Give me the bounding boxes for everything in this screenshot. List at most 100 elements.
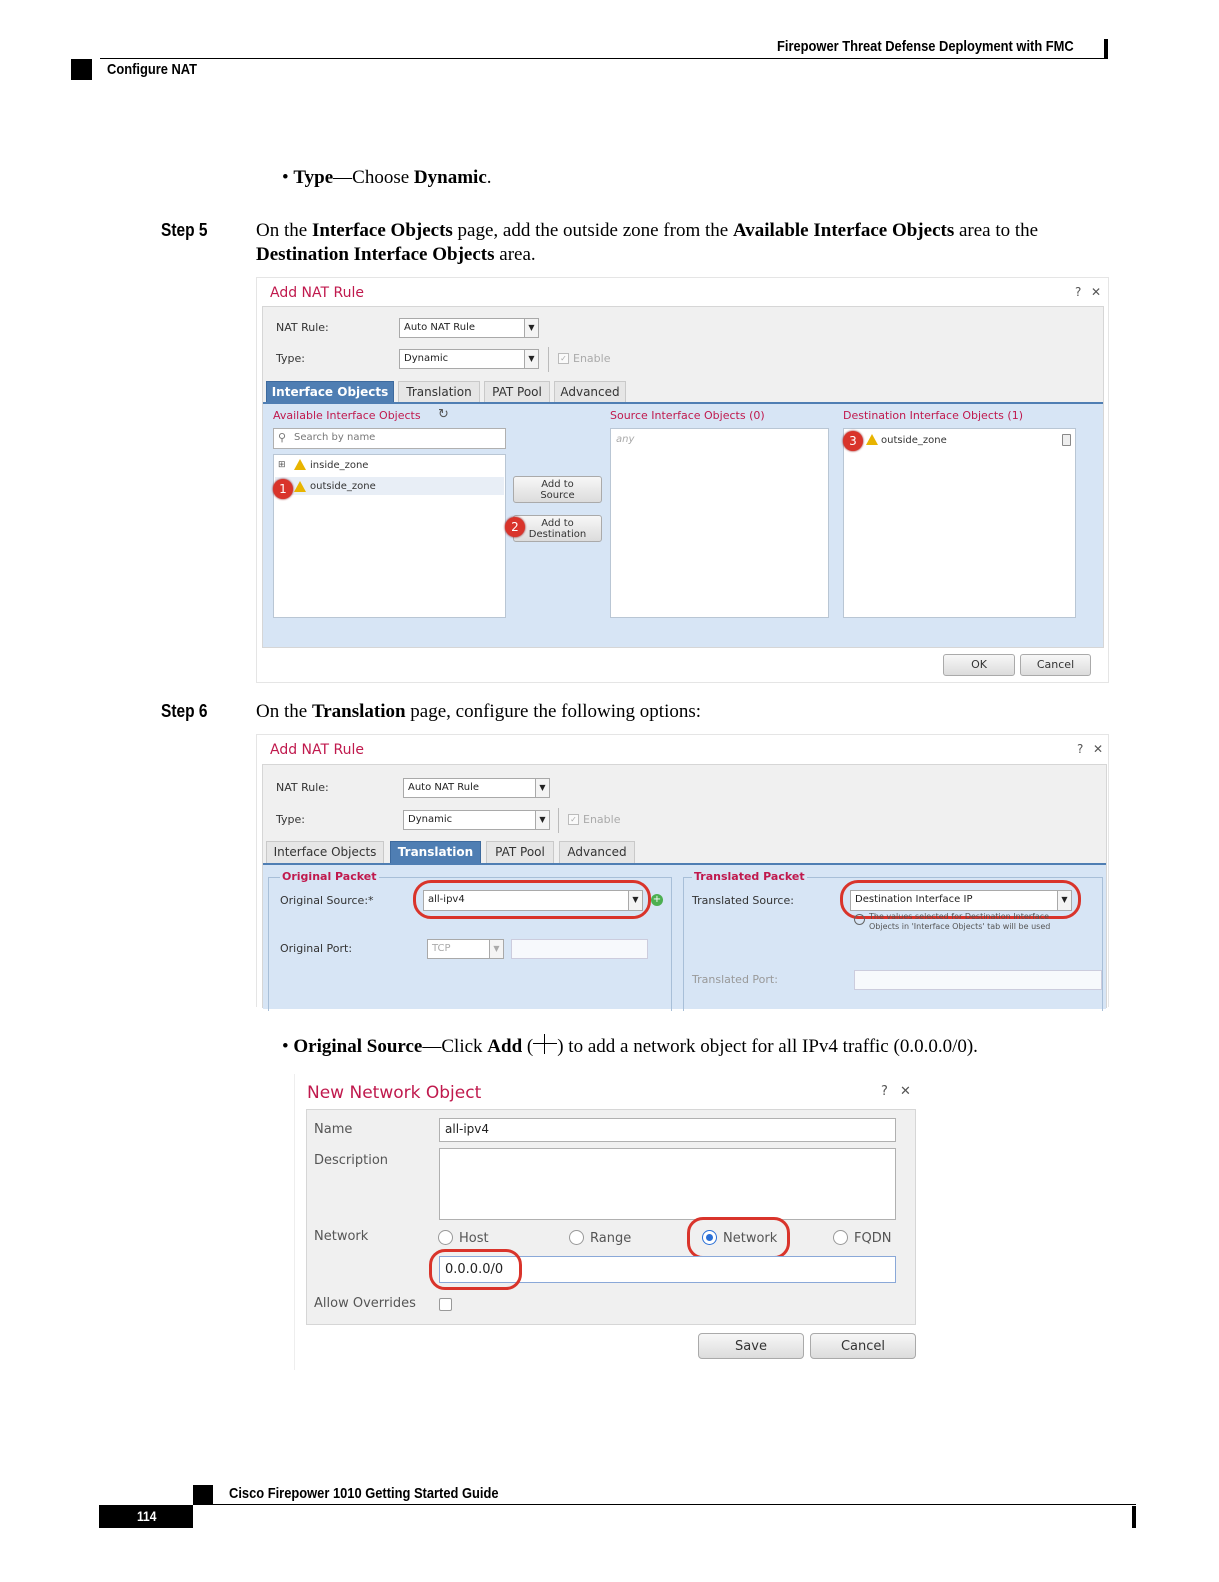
tab-interface-objects[interactable]: Interface Objects: [266, 841, 384, 863]
page-number: 114: [137, 1508, 157, 1524]
close-icon[interactable]: ✕: [1093, 742, 1103, 756]
destination-objects-title: Destination Interface Objects (1): [843, 409, 1023, 422]
original-source-bullet-text-1: —Click: [422, 1036, 488, 1057]
name-input[interactable]: all-ipv4: [439, 1118, 896, 1142]
enable-checkbox[interactable]: ✓: [568, 814, 579, 825]
allow-overrides-checkbox[interactable]: [439, 1298, 452, 1311]
chevron-down-icon: ▼: [489, 940, 503, 958]
step5-bold-2: Available Interface Objects: [732, 220, 955, 241]
nat-rule-select[interactable]: Auto NAT Rule ▼: [399, 318, 539, 338]
step5-bold-1: Interface Objects: [311, 220, 453, 241]
add-nat-rule-dialog-1: Add NAT Rule ? ✕ NAT Rule: Auto NAT Rule…: [256, 277, 1109, 683]
nat-rule-label: NAT Rule:: [276, 781, 329, 794]
radio-host[interactable]: [438, 1230, 453, 1245]
network-label: Network: [314, 1229, 369, 1244]
step5-text-4: area.: [494, 244, 536, 265]
step6-text-2: page, configure the following options:: [405, 701, 702, 722]
translated-packet-title: Translated Packet: [692, 870, 807, 883]
tab-pat-pool[interactable]: PAT Pool: [484, 381, 550, 402]
section-marker: [71, 59, 92, 80]
type-bullet-end: .: [486, 167, 492, 188]
type-select[interactable]: Dynamic ▼: [399, 349, 539, 369]
header-rule: [100, 58, 1108, 59]
tab-pat-pool[interactable]: PAT Pool: [486, 841, 554, 863]
footer-rule: [193, 1504, 1136, 1505]
footer-marker: [193, 1485, 213, 1505]
running-header-section: Configure NAT: [107, 61, 198, 78]
nat-rule-select[interactable]: Auto NAT Rule ▼: [403, 778, 550, 798]
add-to-destination-button[interactable]: Add to Destination: [513, 515, 602, 542]
help-icon[interactable]: ?: [1075, 285, 1081, 299]
available-objects-list: ⊞ inside_zone outside_zone: [273, 454, 506, 618]
search-placeholder: Search by name: [294, 432, 376, 443]
search-input[interactable]: ⚲ Search by name: [273, 428, 506, 449]
warning-icon: [294, 459, 306, 470]
type-select[interactable]: Dynamic ▼: [403, 810, 550, 830]
translated-source-label: Translated Source:: [692, 894, 794, 907]
available-item-outside-zone[interactable]: outside_zone: [310, 481, 376, 492]
step5-text-3: area to the: [954, 220, 1039, 241]
original-port-input[interactable]: [511, 939, 648, 959]
step5-text: On the Interface Objects page, add the o…: [256, 219, 1086, 267]
translated-note: The values selected for Destination Inte…: [869, 912, 1051, 931]
radio-fqdn[interactable]: [833, 1230, 848, 1245]
help-icon[interactable]: ?: [1077, 742, 1083, 756]
original-port-select[interactable]: TCP ▼: [427, 939, 504, 959]
close-icon[interactable]: ✕: [900, 1084, 911, 1099]
destination-objects-list: outside_zone: [843, 428, 1076, 618]
original-source-bullet-add: Add: [487, 1036, 523, 1057]
add-to-source-line1: Add to: [541, 479, 574, 490]
callout-badge-3: 3: [843, 431, 863, 451]
original-port-label: Original Port:: [280, 942, 353, 955]
refresh-icon[interactable]: ↻: [438, 407, 449, 422]
nat-rule-value: Auto NAT Rule: [404, 322, 475, 333]
dialog1-body: NAT Rule: Auto NAT Rule ▼ Type: Dynamic …: [262, 306, 1104, 648]
close-icon[interactable]: ✕: [1091, 285, 1101, 299]
nat-rule-value: Auto NAT Rule: [408, 782, 479, 793]
add-nat-rule-dialog-2: Add NAT Rule ? ✕ NAT Rule: Auto NAT Rule…: [256, 734, 1109, 1011]
callout-badge-1: 1: [273, 479, 293, 499]
dialog2-body: NAT Rule: Auto NAT Rule ▼ Type: Dynamic …: [262, 764, 1107, 1011]
dialog1-title: Add NAT Rule: [270, 285, 364, 301]
translated-port-input[interactable]: [854, 970, 1102, 990]
tab-translation[interactable]: Translation: [398, 381, 480, 402]
zone-tree-icon: ⊞: [278, 459, 286, 469]
trash-icon[interactable]: [1062, 434, 1071, 446]
ok-button[interactable]: OK: [943, 654, 1015, 676]
save-button[interactable]: Save: [698, 1333, 804, 1359]
nat-rule-label: NAT Rule:: [276, 321, 329, 334]
tab-translation[interactable]: Translation: [390, 841, 481, 863]
dialog3-body: Name all-ipv4 Description Network Host R…: [306, 1109, 916, 1325]
translated-port-label: Translated Port:: [692, 973, 778, 986]
add-to-destination-line1: Add to: [541, 518, 574, 529]
add-to-source-line2: Source: [540, 490, 575, 501]
step5-text-2: page, add the outside zone from the: [452, 220, 733, 241]
step5-label: Step 5: [161, 220, 208, 240]
enable-checkbox[interactable]: ✓: [558, 353, 569, 364]
divider: [548, 347, 549, 372]
type-value: Dynamic: [404, 353, 449, 364]
add-icon[interactable]: +: [651, 894, 663, 906]
new-network-object-dialog: New Network Object ? ✕ Name all-ipv4 Des…: [294, 1074, 924, 1370]
tab-advanced[interactable]: Advanced: [559, 841, 635, 863]
allow-overrides-label: Allow Overrides: [314, 1296, 416, 1311]
add-to-source-button[interactable]: Add to Source: [513, 476, 602, 503]
radio-range[interactable]: [569, 1230, 584, 1245]
source-placeholder: any: [616, 434, 635, 445]
type-bullet-dash: —Choose: [333, 167, 414, 188]
help-icon[interactable]: ?: [881, 1084, 888, 1099]
warning-icon: [866, 434, 878, 445]
description-textarea[interactable]: [439, 1148, 896, 1220]
tab-advanced[interactable]: Advanced: [554, 381, 626, 402]
radio-fqdn-label: FQDN: [854, 1231, 892, 1246]
available-item-inside-zone[interactable]: inside_zone: [310, 460, 368, 471]
highlight-ring: [687, 1217, 790, 1259]
cancel-button[interactable]: Cancel: [1020, 654, 1091, 676]
enable-label: Enable: [573, 352, 611, 365]
callout-badge-2: 2: [505, 517, 525, 537]
running-header-title: Firepower Threat Defense Deployment with…: [777, 38, 1074, 55]
dialog2-title: Add NAT Rule: [270, 742, 364, 758]
cancel-button[interactable]: Cancel: [810, 1333, 916, 1359]
tab-interface-objects[interactable]: Interface Objects: [266, 381, 394, 402]
destination-item-outside-zone[interactable]: outside_zone: [881, 435, 947, 446]
